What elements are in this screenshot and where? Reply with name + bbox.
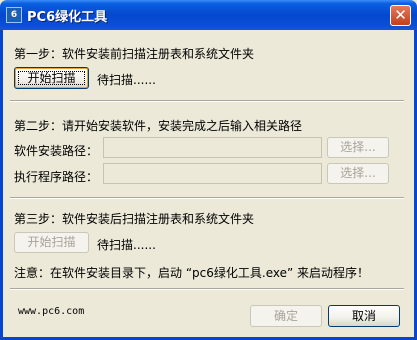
install-path-field[interactable] — [103, 137, 322, 158]
title-bar[interactable]: 6 PC6绿化工具 ✕ — [0, 0, 417, 30]
install-path-label: 软件安装路径： — [14, 144, 99, 158]
exe-path-field[interactable] — [103, 163, 322, 184]
ok-button[interactable]: 确定 — [250, 305, 322, 327]
note-text: 注意：在软件安装目录下，启动 “pc6绿化工具.exe” 来启动程序！ — [14, 266, 370, 280]
separator-1 — [10, 100, 404, 102]
step1-scan-button[interactable]: 开始扫描 — [14, 67, 89, 89]
close-icon: ✕ — [394, 6, 407, 24]
exe-path-browse-button[interactable]: 选择... — [327, 163, 389, 184]
install-path-browse-button[interactable]: 选择... — [327, 137, 389, 158]
website-label: www.pc6.com — [18, 306, 85, 317]
step1-heading: 第一步：软件安装前扫描注册表和系统文件夹 — [14, 47, 255, 61]
step1-status: 待扫描...... — [97, 73, 156, 87]
step3-scan-button[interactable]: 开始扫描 — [14, 232, 89, 253]
step3-status: 待扫描...... — [97, 238, 156, 252]
app-icon: 6 — [6, 7, 22, 23]
exe-path-label: 执行程序路径： — [14, 170, 99, 184]
close-button[interactable]: ✕ — [390, 5, 411, 26]
window-title: PC6绿化工具 — [27, 10, 108, 25]
step1-scan-button-label: 开始扫描 — [15, 68, 88, 88]
step3-heading: 第三步：软件安装后扫描注册表和系统文件夹 — [14, 212, 255, 226]
separator-3 — [10, 288, 404, 290]
step2-heading: 第二步：请开始安装软件，安装完成之后输入相关路径 — [14, 119, 303, 133]
window-frame-left — [0, 30, 3, 340]
cancel-button[interactable]: 取消 — [328, 305, 400, 327]
separator-2 — [10, 197, 404, 199]
